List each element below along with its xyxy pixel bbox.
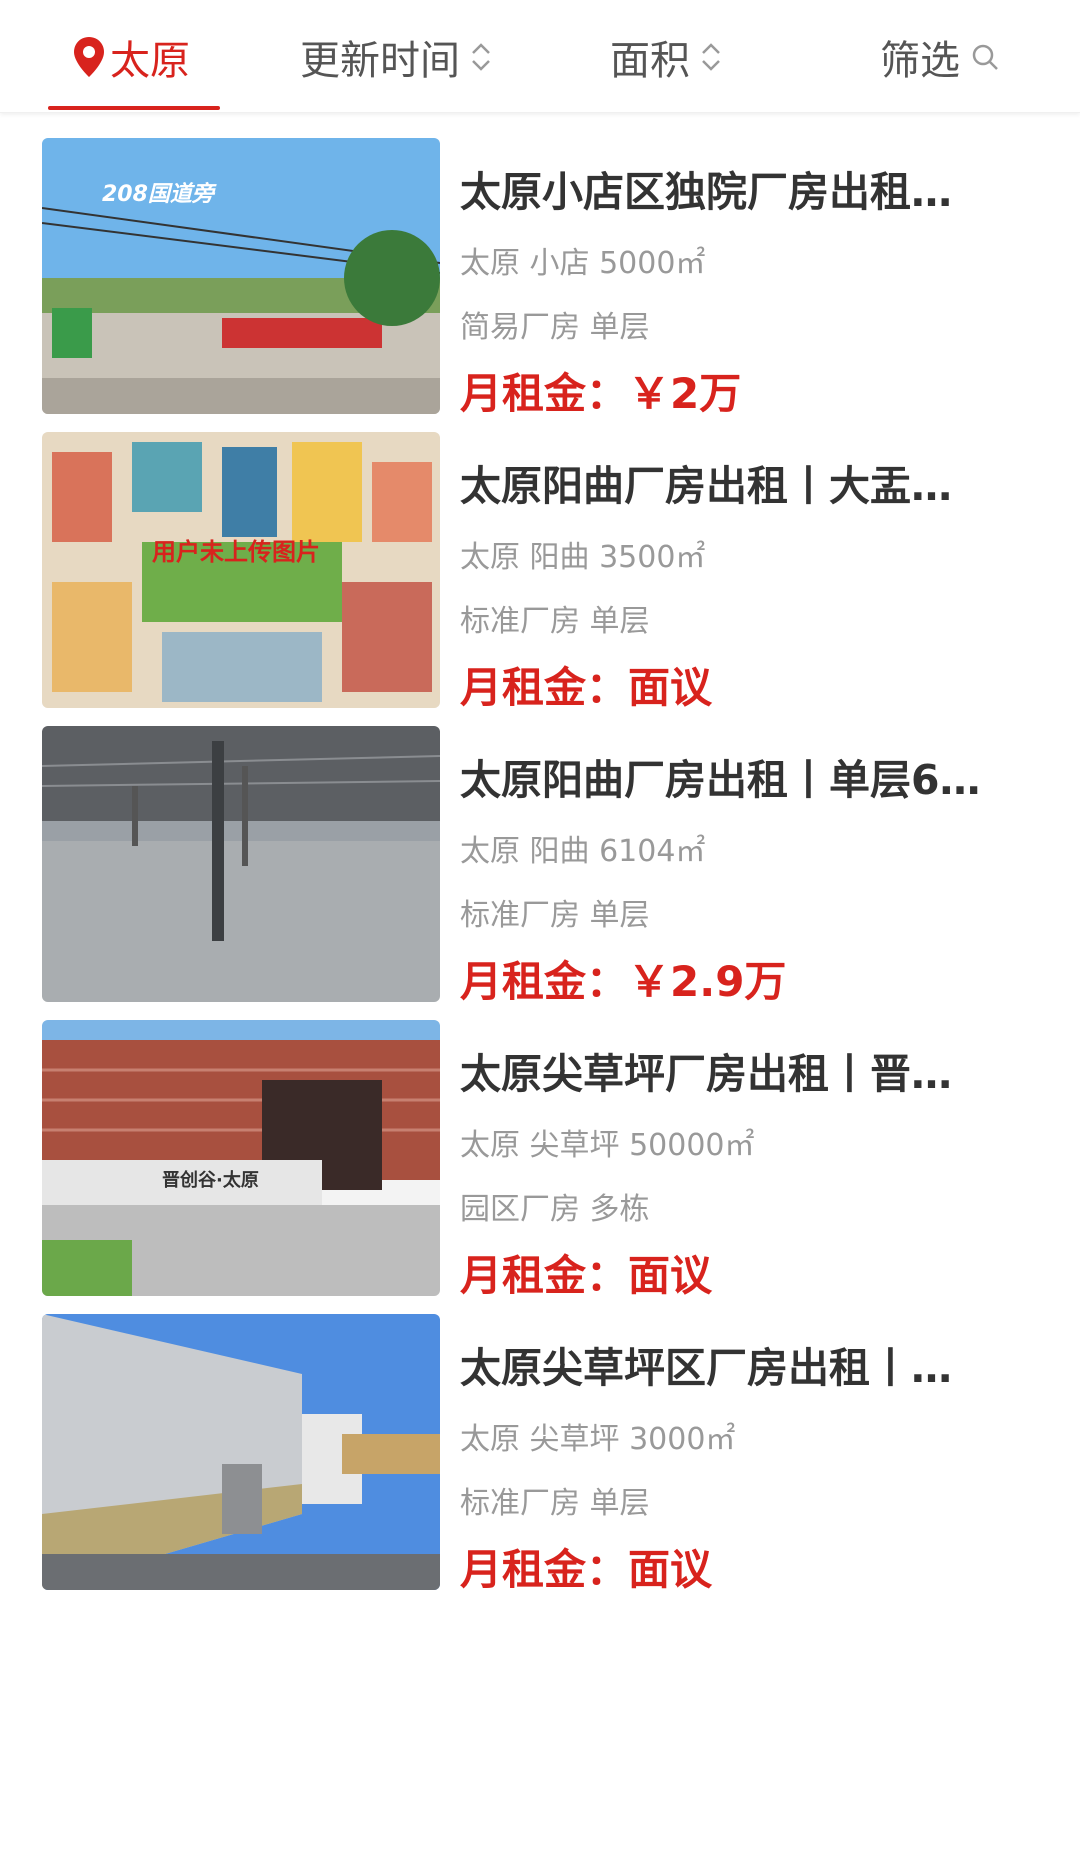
- tab-filter-label: 筛选: [880, 38, 960, 84]
- listing-location: 太原 小店 5000㎡: [460, 246, 706, 281]
- listing-thumbnail: 晋创谷·太原: [42, 1020, 440, 1296]
- listing-card[interactable]: 太原阳曲厂房出租丨单层6… 太原 阳曲 6104㎡ 标准厂房 单层 月租金：￥2…: [0, 700, 1080, 1006]
- tab-update-time-label: 更新时间: [300, 38, 460, 84]
- listing-title[interactable]: 太原小店区独院厂房出租…: [460, 158, 1040, 218]
- listing-type: 标准厂房 单层: [460, 1486, 650, 1521]
- listing-location: 太原 阳曲 6104㎡: [460, 834, 706, 869]
- listing-title[interactable]: 太原阳曲厂房出租丨大盂…: [460, 452, 1040, 512]
- listing-location: 太原 尖草坪 50000㎡: [460, 1128, 755, 1163]
- listing-location: 太原 尖草坪 3000㎡: [460, 1422, 736, 1457]
- price-label: 月租金：: [460, 1545, 629, 1594]
- tab-city-label: 太原: [110, 38, 190, 84]
- listing-type: 标准厂房 单层: [460, 604, 650, 639]
- search-icon: [972, 44, 998, 70]
- listing-card[interactable]: 用户未上传图片 太原阳曲厂房出租丨大盂… 太原 阳曲 3500㎡ 标准厂房 单层…: [0, 406, 1080, 712]
- tab-area[interactable]: 面积: [610, 22, 722, 92]
- listing-title[interactable]: 太原阳曲厂房出租丨单层6…: [460, 746, 1040, 806]
- listing-thumbnail: 208国道旁: [42, 138, 440, 414]
- filter-bar: 太原 更新时间 面积 筛选: [0, 0, 1080, 113]
- listing-title[interactable]: 太原尖草坪厂房出租丨晋…: [460, 1040, 1040, 1100]
- sort-icon: [702, 43, 720, 71]
- listing-title[interactable]: 太原尖草坪区厂房出租丨…: [460, 1334, 1040, 1394]
- image-caption: 用户未上传图片: [152, 538, 320, 566]
- listing-thumbnail: 用户未上传图片: [42, 432, 440, 708]
- listing-card[interactable]: 208国道旁 太原小店区独院厂房出租… 太原 小店 5000㎡ 简易厂房 单层 …: [0, 112, 1080, 418]
- image-caption: 208国道旁: [102, 182, 214, 207]
- listing-thumbnail: [42, 1314, 440, 1590]
- listing-card[interactable]: 晋创谷·太原 太原尖草坪厂房出租丨晋… 太原 尖草坪 50000㎡ 园区厂房 多…: [0, 994, 1080, 1300]
- listing-price: 月租金：面议: [460, 1536, 712, 1597]
- image-caption: 晋创谷·太原: [162, 1170, 259, 1191]
- price-value: 面议: [628, 1545, 713, 1594]
- location-pin-icon: [74, 37, 104, 77]
- listing-card[interactable]: 太原尖草坪区厂房出租丨… 太原 尖草坪 3000㎡ 标准厂房 单层 月租金：面议: [0, 1288, 1080, 1594]
- listing-thumbnail: [42, 726, 440, 1002]
- tab-filter[interactable]: 筛选: [880, 22, 1000, 92]
- sort-icon: [472, 43, 490, 71]
- tab-update-time[interactable]: 更新时间: [300, 22, 492, 92]
- listing-type: 标准厂房 单层: [460, 898, 650, 933]
- listing-type: 园区厂房 多栋: [460, 1192, 650, 1227]
- tab-area-label: 面积: [610, 38, 690, 84]
- active-tab-indicator: [48, 106, 220, 110]
- listing-type: 简易厂房 单层: [460, 310, 650, 345]
- tab-city[interactable]: 太原: [72, 22, 190, 92]
- listing-location: 太原 阳曲 3500㎡: [460, 540, 706, 575]
